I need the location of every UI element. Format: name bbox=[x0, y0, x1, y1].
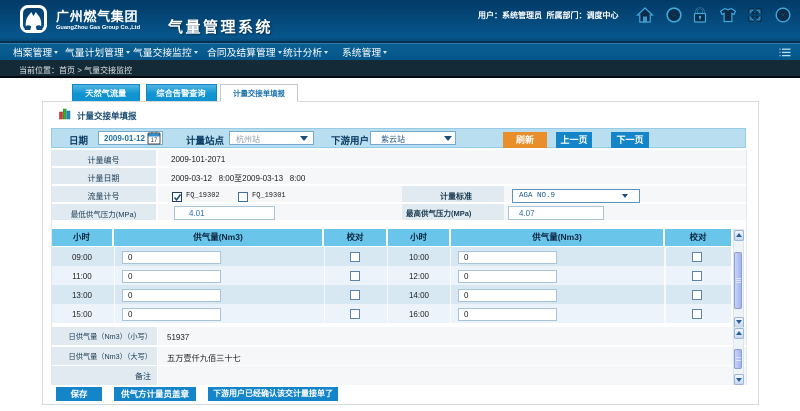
svg-text:17: 17 bbox=[151, 138, 158, 144]
